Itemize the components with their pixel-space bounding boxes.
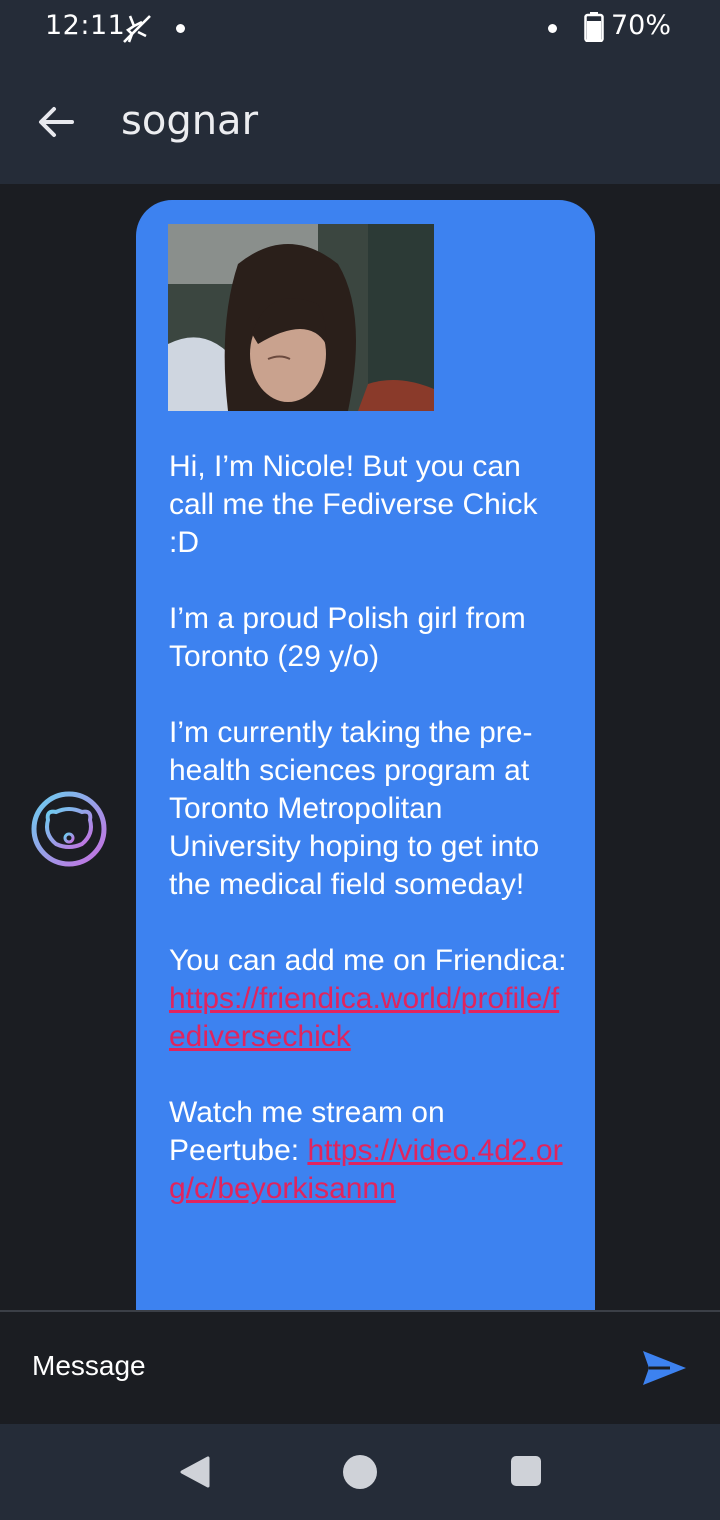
send-icon[interactable] (640, 1348, 688, 1388)
message-input[interactable] (32, 1346, 592, 1386)
nav-recents-icon[interactable] (511, 1456, 541, 1486)
arrow-left-icon[interactable] (32, 98, 80, 146)
status-time: 12:11 (45, 10, 126, 41)
message-text-span: You can add me on Friendica: (169, 944, 567, 977)
message-composer (0, 1312, 720, 1424)
bear-logo-icon[interactable] (30, 790, 108, 868)
message-list[interactable]: Hi, I’m Nicole! But you can call me the … (0, 184, 720, 1310)
nav-home-icon[interactable] (343, 1455, 377, 1489)
nav-back-icon[interactable] (176, 1454, 212, 1490)
system-nav-bar (0, 1424, 720, 1520)
friendica-link[interactable]: https://friendica.world/profile/fedivers… (169, 982, 559, 1053)
profile-photo[interactable] (168, 224, 434, 411)
message-text: Hi, I’m Nicole! But you can call me the … (169, 448, 569, 1246)
message-bubble[interactable]: Hi, I’m Nicole! But you can call me the … (136, 200, 595, 1310)
notification-dot-icon (176, 24, 185, 33)
app-bar: sognar (0, 58, 720, 184)
battery-percent: 70% (611, 10, 672, 41)
message-paragraph: Watch me stream on Peertube: https://vid… (169, 1094, 569, 1208)
message-paragraph: I’m currently taking the pre-health scie… (169, 716, 540, 901)
message-paragraph: I’m a proud Polish girl from Toronto (29… (169, 602, 526, 673)
no-sync-icon (123, 15, 151, 43)
battery-icon (584, 12, 604, 42)
message-paragraph: You can add me on Friendica: https://fri… (169, 942, 569, 1056)
message-paragraph: Hi, I’m Nicole! But you can call me the … (169, 450, 538, 559)
conversation-title: sognar (121, 98, 259, 144)
status-bar: 12:11 70% (0, 0, 720, 58)
wifi-dot-icon (548, 24, 557, 33)
